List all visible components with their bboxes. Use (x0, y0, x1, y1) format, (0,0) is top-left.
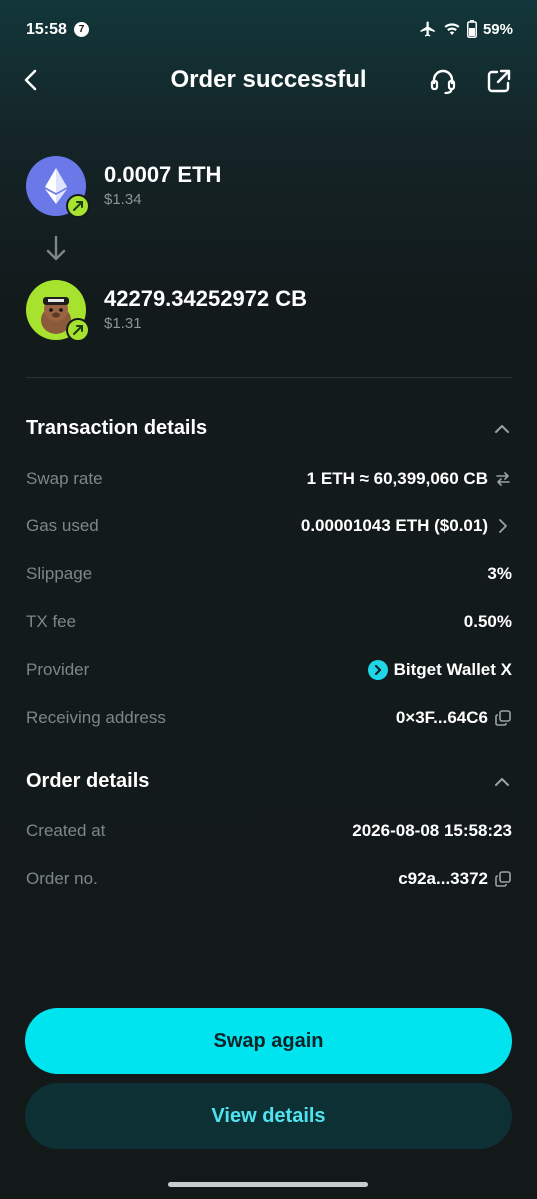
receiving-address-value: 0×3F...64C6 (395, 708, 488, 727)
receiving-address-row: Receiving address 0×3F...64C6 (26, 705, 512, 731)
top-app-bar: Order successful (0, 56, 537, 106)
copy-icon[interactable] (494, 870, 512, 888)
provider-value: Bitget Wallet X (393, 660, 512, 679)
slippage-value: 3% (487, 564, 512, 583)
battery-icon (466, 20, 477, 38)
provider-label: Provider (26, 660, 90, 679)
swap-rate-value: 1 ETH ≈ 60,399,060 CB (306, 469, 488, 488)
order-no-row: Order no. c92a...3372 (26, 866, 512, 892)
tx-fee-label: TX fee (26, 612, 77, 631)
headset-support-icon[interactable] (428, 66, 458, 96)
created-at-value: 2026-08-08 15:58:23 (352, 821, 512, 840)
to-amount: 42279.34252972 CB (104, 286, 308, 311)
notification-count-badge: 7 (74, 22, 89, 37)
chain-badge-icon (66, 318, 90, 342)
swap-rate-label: Swap rate (26, 469, 103, 488)
from-usd-value: $1.34 (104, 191, 142, 208)
gas-used-row[interactable]: Gas used 0.00001043 ETH ($0.01) (26, 513, 512, 539)
home-indicator[interactable] (168, 1182, 368, 1187)
provider-row: Provider Bitget Wallet X (26, 657, 512, 683)
tx-fee-value: 0.50% (463, 612, 512, 631)
battery-percentage: 59% (482, 20, 513, 38)
from-amount: 0.0007 ETH (104, 162, 222, 187)
gas-used-value: 0.00001043 ETH ($0.01) (300, 516, 488, 535)
to-token-row: 42279.34252972 CB $1.31 (26, 280, 516, 342)
slippage-row: Slippage 3% (26, 561, 512, 587)
tx-fee-row: TX fee 0.50% (26, 609, 512, 635)
created-at-label: Created at (26, 821, 106, 840)
slippage-label: Slippage (26, 564, 93, 583)
chevron-up-icon[interactable] (492, 772, 512, 792)
transaction-details-title[interactable]: Transaction details (26, 417, 207, 440)
share-external-icon[interactable] (484, 66, 514, 96)
order-details-title[interactable]: Order details (26, 770, 149, 793)
to-usd-value: $1.31 (104, 315, 142, 332)
chevron-right-icon[interactable] (494, 517, 512, 535)
gas-used-label: Gas used (26, 516, 99, 535)
swap-again-button[interactable]: Swap again (25, 1008, 512, 1074)
status-bar: 15:58 7 59% (0, 0, 537, 60)
bitget-wallet-icon (367, 660, 388, 680)
wifi-icon (444, 23, 460, 35)
view-details-button[interactable]: View details (25, 1083, 512, 1149)
chain-badge-icon (66, 194, 90, 218)
status-time: 15:58 (26, 21, 67, 38)
airplane-mode-icon (420, 21, 435, 37)
order-no-value: c92a...3372 (398, 869, 488, 888)
order-no-label: Order no. (26, 869, 98, 888)
swap-direction-icon[interactable] (494, 470, 512, 488)
divider (26, 377, 512, 378)
receiving-address-label: Receiving address (26, 708, 166, 727)
arrow-down-icon (46, 235, 66, 261)
chevron-up-icon[interactable] (492, 419, 512, 439)
created-at-row: Created at 2026-08-08 15:58:23 (26, 818, 512, 844)
copy-icon[interactable] (494, 709, 512, 727)
swap-rate-row: Swap rate 1 ETH ≈ 60,399,060 CB (26, 466, 512, 492)
from-token-row: 0.0007 ETH $1.34 (26, 156, 516, 218)
